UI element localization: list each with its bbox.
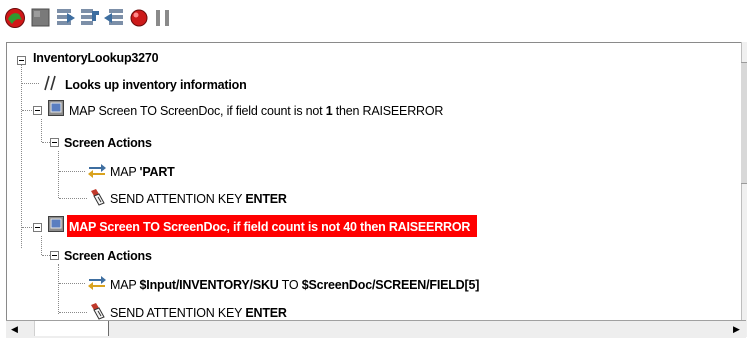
expand-toggle-actions1[interactable] (50, 138, 59, 147)
tree-node-comment[interactable]: Looks up inventory information (65, 73, 247, 95)
map-arrows-icon (87, 163, 107, 184)
tree-node-send-key-1[interactable]: SEND ATTENTION KEY ENTER (110, 187, 287, 209)
horizontal-scrollbar[interactable] (6, 320, 746, 338)
vertical-scrollbar-thumb[interactable] (741, 62, 747, 184)
expand-toggle-map1[interactable] (33, 106, 42, 115)
expand-toggle-map2[interactable] (33, 223, 42, 232)
screen-icon (48, 216, 64, 237)
screen-actions-label: Screen Actions (64, 135, 152, 150)
step-out-icon[interactable] (103, 7, 125, 29)
debug-toolbar (0, 0, 747, 40)
step-over-icon[interactable] (55, 7, 77, 29)
tree-node-screen-actions-2[interactable]: Screen Actions (64, 244, 152, 266)
comment-label: Looks up inventory information (65, 77, 247, 92)
breakpoint-icon[interactable] (128, 7, 150, 29)
tree-node-map-sku[interactable]: MAP $Input/INVENTORY/SKU TO $ScreenDoc/S… (110, 273, 479, 295)
tree-node-map-screen-2-selected[interactable]: MAP Screen TO ScreenDoc, if field count … (67, 215, 477, 237)
comment-icon (44, 75, 58, 96)
scroll-left-icon[interactable]: ◀ (11, 324, 18, 334)
pause-icon[interactable] (152, 7, 174, 29)
step-into-icon[interactable] (79, 7, 101, 29)
map-arrows-icon (87, 275, 107, 296)
map-screen-2-label: MAP Screen TO ScreenDoc, if field count … (69, 219, 471, 234)
tree-node-screen-actions-1[interactable]: Screen Actions (64, 131, 152, 153)
tree-node-map-part[interactable]: MAP 'PART (110, 160, 175, 182)
send-key-icon (89, 188, 107, 211)
screen-actions-label: Screen Actions (64, 248, 152, 263)
scroll-right-icon[interactable]: ▶ (733, 324, 740, 334)
screen-icon (48, 100, 64, 121)
stop-icon[interactable] (30, 7, 52, 29)
script-tree-panel: InventoryLookup3270 Looks up inventory i… (6, 42, 747, 338)
run-icon[interactable] (4, 7, 26, 29)
tree-node-root[interactable]: InventoryLookup3270 (33, 46, 159, 68)
horizontal-scrollbar-thumb[interactable] (34, 321, 109, 336)
expand-toggle-root[interactable] (17, 56, 26, 65)
root-label: InventoryLookup3270 (33, 50, 159, 65)
tree-node-map-screen-1[interactable]: MAP Screen TO ScreenDoc, if field count … (69, 99, 443, 121)
expand-toggle-actions2[interactable] (50, 251, 59, 260)
